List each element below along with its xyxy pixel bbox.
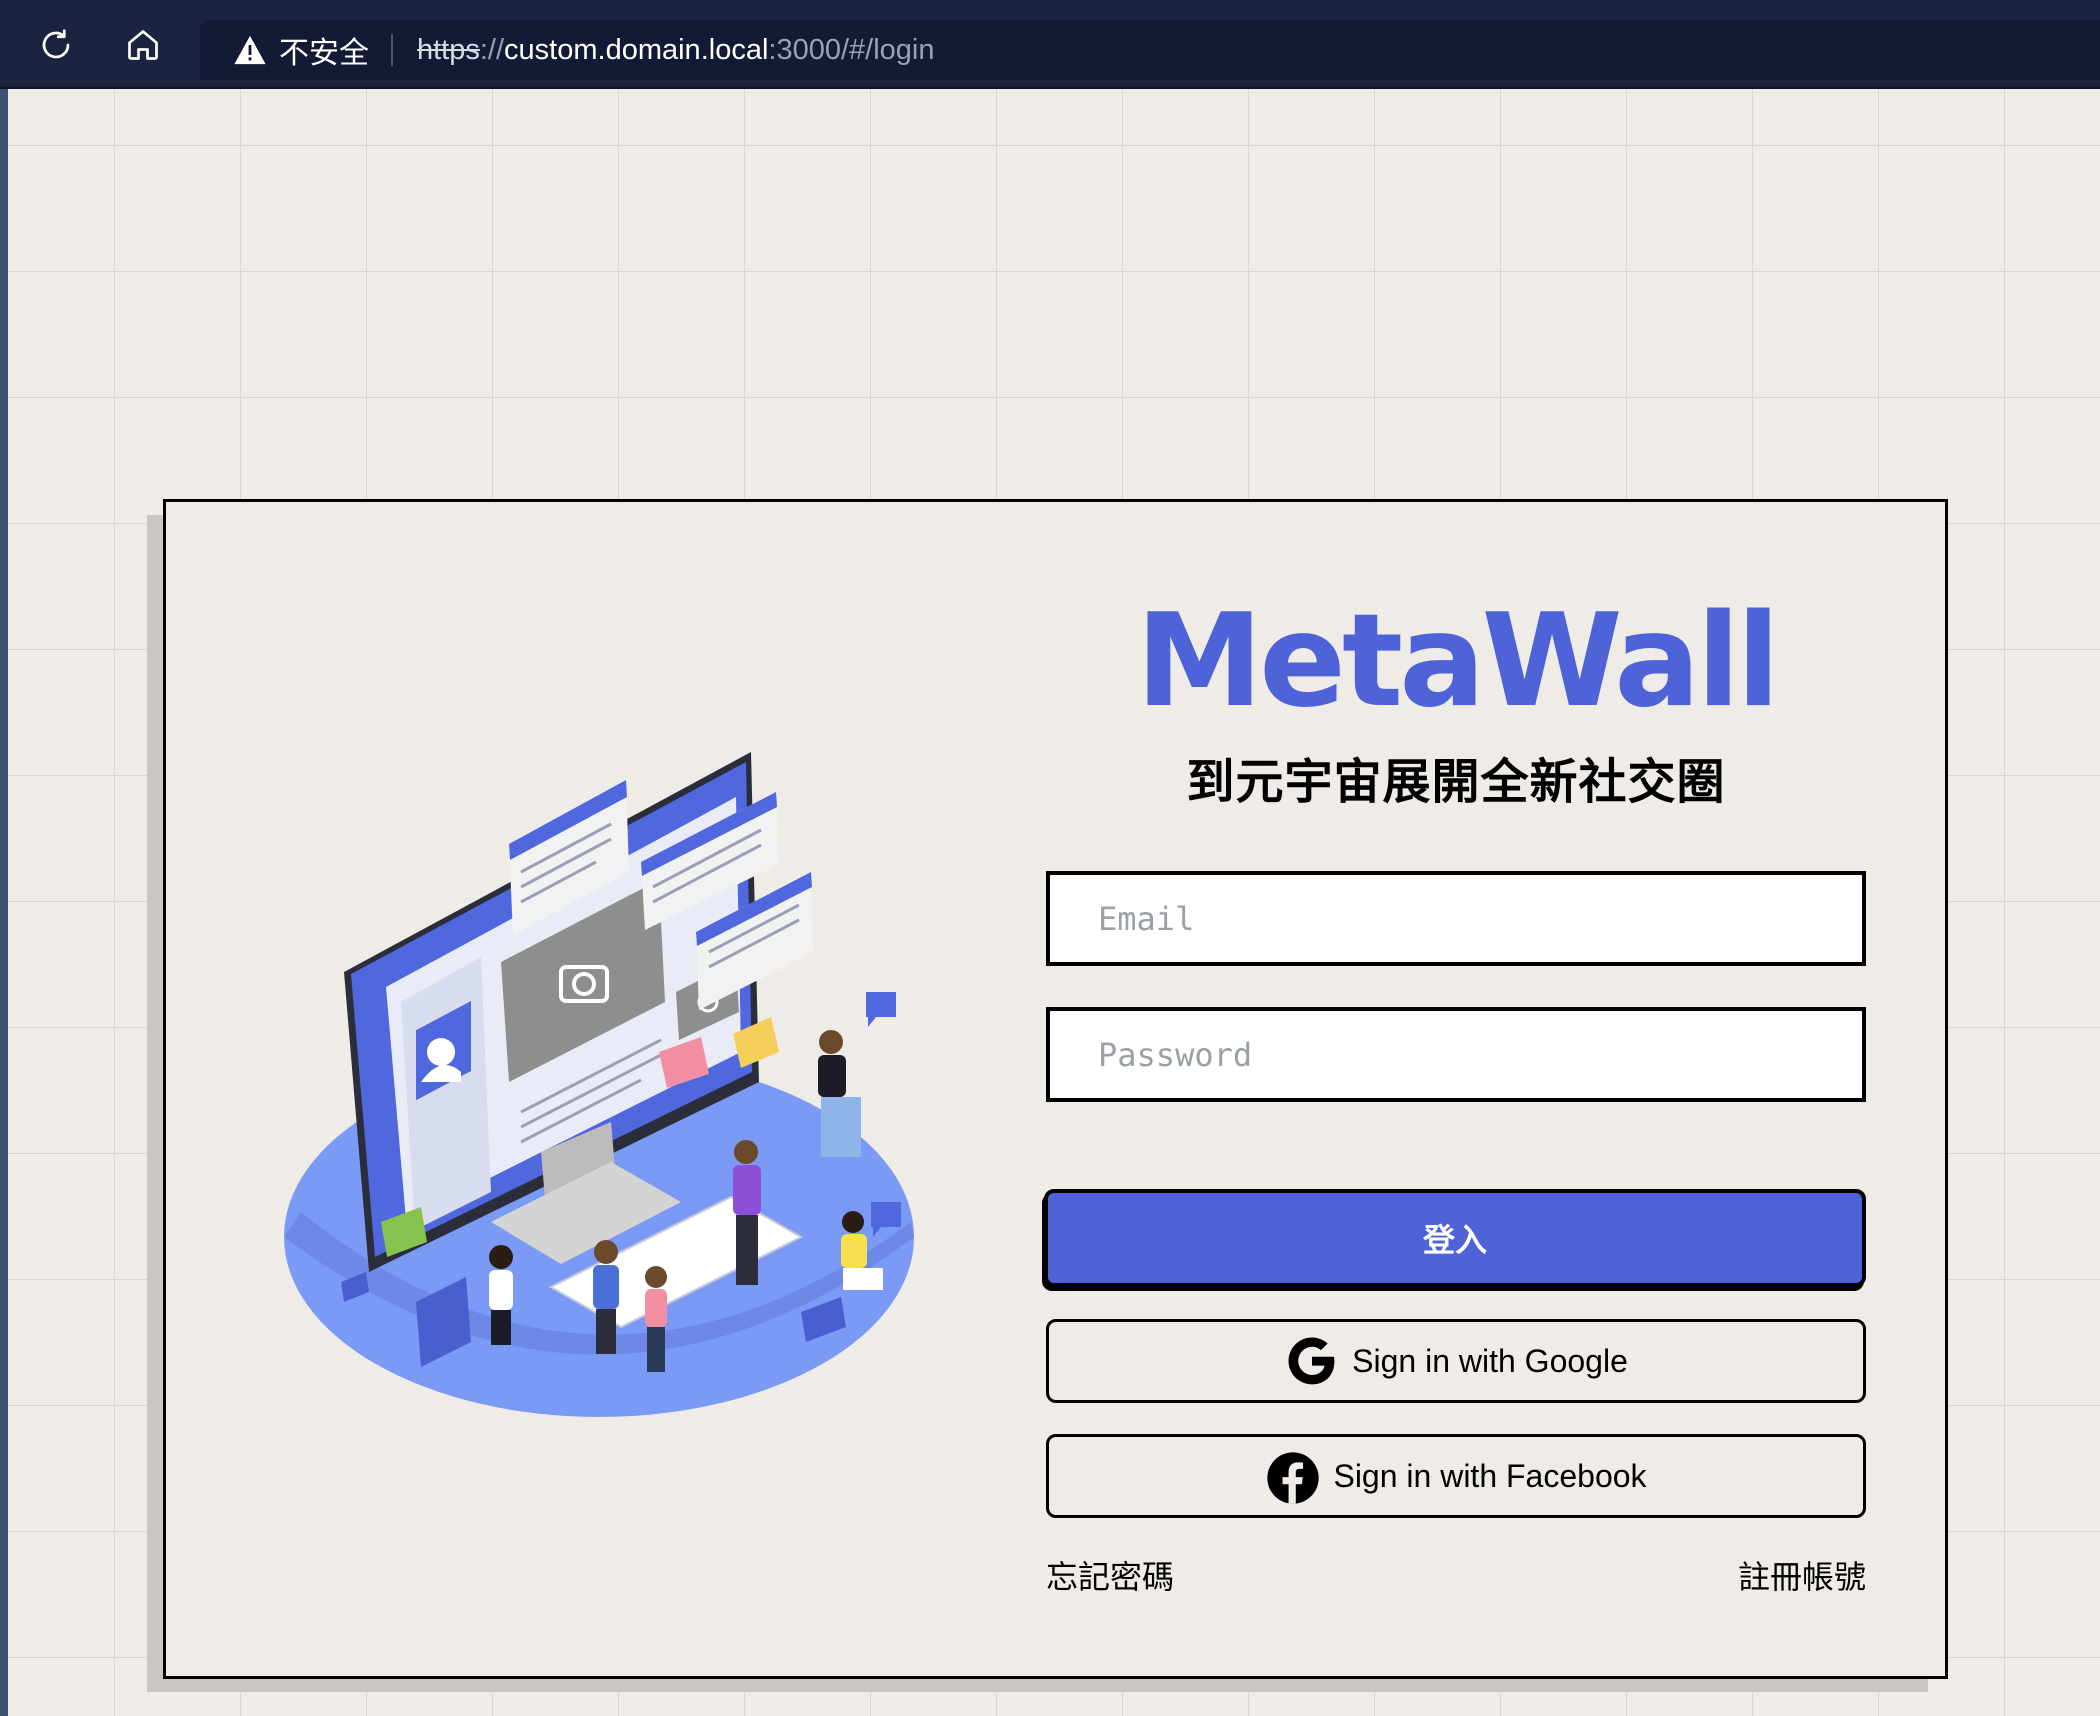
url-host: custom.domain.local [504, 33, 769, 66]
google-icon [1284, 1333, 1340, 1389]
url-divider [391, 34, 393, 66]
tagline: 到元宇宙展開全新社交圈 [1186, 756, 1726, 809]
reload-button[interactable] [33, 22, 79, 68]
login-card: MetaWall 到元宇宙展開全新社交圈 登入 Sign in with Goo… [163, 499, 1948, 1679]
security-indicator[interactable]: 不安全 [233, 28, 369, 72]
register-link[interactable]: 註冊帳號 [1738, 1552, 1866, 1598]
email-input[interactable] [1046, 871, 1866, 966]
reload-icon [42, 29, 70, 59]
security-warning-text: 不安全 [279, 37, 369, 70]
brand-logo: MetaWall [1135, 587, 1781, 736]
forgot-password-link[interactable]: 忘記密碼 [1046, 1552, 1174, 1598]
login-button-label: 登入 [1422, 1222, 1487, 1258]
login-button[interactable]: 登入 [1044, 1189, 1866, 1287]
facebook-icon [1265, 1448, 1321, 1504]
home-button[interactable] [120, 22, 166, 68]
google-button-label: Sign in with Google [1352, 1342, 1628, 1379]
address-bar[interactable]: 不安全 https://custom.domain.local:3000/#/l… [200, 20, 2100, 80]
browser-toolbar: 不安全 https://custom.domain.local:3000/#/l… [0, 0, 2100, 89]
login-form: MetaWall 到元宇宙展開全新社交圈 登入 Sign in with Goo… [1044, 502, 1866, 1676]
facebook-button-label: Sign in with Facebook [1333, 1457, 1647, 1494]
warning-icon [234, 35, 266, 65]
home-icon [128, 30, 158, 60]
social-network-illustration [284, 752, 914, 1417]
url-path: :3000/#/login [768, 33, 935, 66]
url-scheme: https [417, 33, 480, 66]
facebook-signin-button[interactable]: Sign in with Facebook [1046, 1434, 1866, 1518]
password-input[interactable] [1046, 1007, 1866, 1102]
url-text[interactable]: https://custom.domain.local:3000/#/login [417, 34, 934, 67]
google-signin-button[interactable]: Sign in with Google [1046, 1319, 1866, 1403]
window-left-edge [0, 89, 8, 1716]
url-scheme-separator: :// [479, 33, 505, 66]
